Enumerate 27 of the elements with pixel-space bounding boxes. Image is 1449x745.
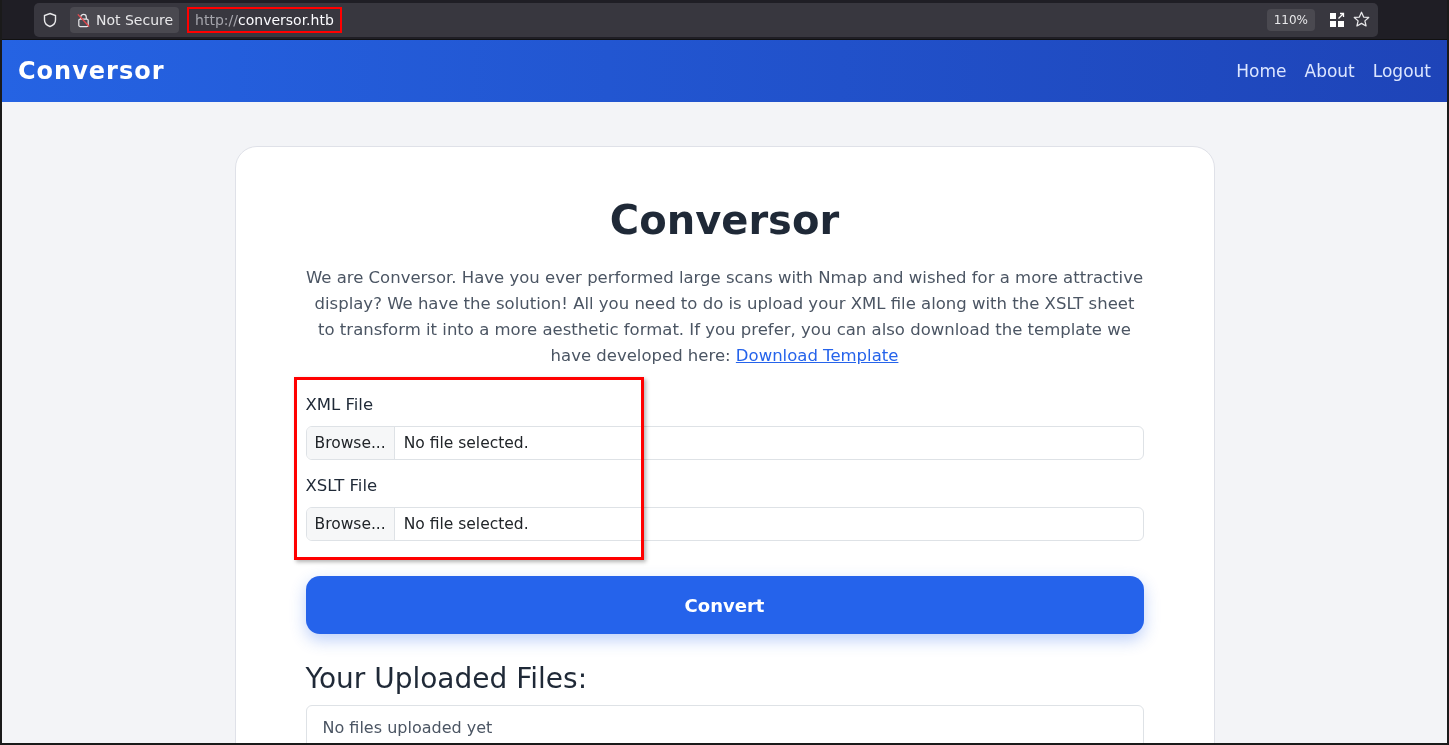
file-input[interactable]: Browse... No file selected. <box>305 426 1144 460</box>
address-bar[interactable]: Not Secure http://conversor.htb 110% <box>34 2 1378 37</box>
file-status: No file selected. <box>402 514 529 535</box>
url-text: http://conversor.htb <box>187 6 342 33</box>
nav-link[interactable]: Home <box>1236 61 1287 81</box>
file-status: No file selected. <box>402 433 529 454</box>
crossed-lock-icon <box>76 11 91 28</box>
section-heading: Your Uploaded Files: <box>305 662 589 695</box>
nav-link[interactable]: About <box>1304 61 1355 81</box>
field-label: XSLT File <box>305 476 379 495</box>
shield-icon[interactable] <box>42 11 58 28</box>
star-icon[interactable] <box>1353 11 1370 28</box>
nav-link[interactable]: Logout <box>1372 61 1431 81</box>
field-label: XML File <box>305 395 375 414</box>
browse-button[interactable]: Browse... <box>306 427 395 459</box>
file-input[interactable]: Browse... No file selected. <box>305 507 1144 541</box>
intro-paragraph: We are Conversor. Have you ever performed large scans with Nmap and wished for a more attractive display? We have the solution! All you need to do is upload your XML file along with the XSLT sheet to transform it into a more aesthetic format. If you prefer, you can also download the template we have developed here: Download Template <box>305 267 1144 367</box>
security-indicator[interactable]: Not Secure <box>70 6 180 33</box>
download-template-link[interactable]: Download Template <box>735 346 899 365</box>
convert-button[interactable]: Convert <box>305 576 1144 634</box>
empty-message: No files uploaded yet <box>322 718 493 737</box>
brand-logo[interactable]: Conversor <box>18 57 165 85</box>
browse-button[interactable]: Browse... <box>306 508 395 540</box>
grid-icon[interactable] <box>1329 11 1345 28</box>
security-label: Not Secure <box>96 11 174 28</box>
page-title: Conversor <box>608 197 841 243</box>
zoom-level[interactable]: 110% <box>1266 8 1315 31</box>
